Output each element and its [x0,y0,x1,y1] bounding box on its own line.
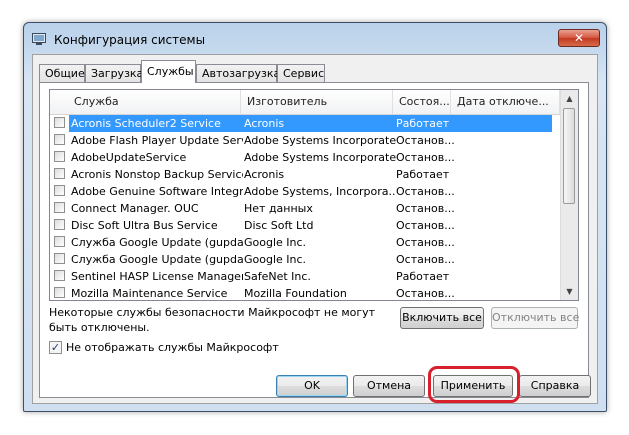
service-name: Disc Soft Ultra Bus Service [71,219,218,232]
service-disabled-date [454,149,552,166]
service-status: Работает [396,168,450,181]
column-header-disabled-date[interactable]: Дата отключе... [451,90,560,114]
service-checkbox[interactable] [54,151,65,162]
service-row[interactable]: Acronis Nonstop Backup Service Acronis Раб… [50,166,560,183]
service-vendor: Google Inc. [244,236,307,249]
service-name: AdobeUpdateService [71,151,187,164]
service-vendor: Google Inc. [244,253,307,266]
checkmark-icon[interactable]: ✓ [49,341,62,354]
service-vendor: Adobe Systems Incorporated [244,151,396,164]
service-vendor: Adobe Systems, Incorpora... [244,185,396,198]
service-checkbox[interactable] [54,287,65,298]
tab-boot[interactable]: Загрузка [85,64,143,82]
service-checkbox[interactable] [54,134,65,145]
service-disabled-date [454,285,552,300]
tab-tools[interactable]: Сервис [277,64,325,82]
vertical-scrollbar[interactable]: ▲ ▼ [560,90,578,300]
service-checkbox[interactable] [54,117,65,128]
service-disabled-date [454,268,552,285]
window-title: Конфигурация системы [54,33,206,47]
help-button[interactable]: Справка [519,375,591,397]
service-status: Останов... [396,185,454,198]
service-vendor: Нет данных [244,202,313,215]
service-vendor: Acronis [244,115,396,132]
service-status: Работает [396,115,454,132]
service-rows: Acronis Scheduler2 Service Acronis Работае… [50,115,560,300]
service-status: Работает [396,270,450,283]
service-row[interactable]: Adobe Flash Player Update ServiceAdobe S… [50,132,560,149]
service-row[interactable]: Disc Soft Ultra Bus Service Disc Soft Ltd… [50,217,560,234]
services-panel: Служба Изготовитель Состоя... Дата отклю… [39,82,589,398]
service-name: Adobe Genuine Software Integri... [71,185,243,198]
hide-ms-services-label[interactable]: Не отображать службы Майкрософт [66,341,279,354]
title-bar[interactable]: Конфигурация системы ✕ [24,23,606,53]
scroll-down-icon[interactable]: ▼ [561,283,578,300]
service-vendor: Disc Soft Ltd [244,219,314,232]
service-row[interactable]: Adobe Genuine Software Integri... Adobe S… [50,183,560,200]
service-row[interactable]: Служба Google Update (gupdate) Google Inc… [50,234,560,251]
service-name: Sentinel HASP License Manager [71,270,243,283]
service-status: Останов... [396,236,454,249]
service-checkbox[interactable] [54,253,65,264]
service-vendor: Acronis [244,168,285,181]
service-name: Служба Google Update (gupdate) [71,236,243,249]
service-vendor: Mozilla Foundation [244,287,347,300]
service-disabled-date [454,234,552,251]
tab-general[interactable]: Общие [39,64,85,82]
service-status: Останов... [396,253,454,266]
service-row[interactable]: Connect Manager. OUC Нет данных Останов... [50,200,560,217]
service-status: Останов... [396,202,454,215]
column-header-status[interactable]: Состоя... [393,90,451,114]
service-row[interactable]: AdobeUpdateService Adobe Systems Incorpor… [50,149,560,166]
service-status: Останов... [396,219,454,232]
scroll-thumb[interactable] [563,108,575,204]
column-header-vendor[interactable]: Изготовитель [241,90,393,114]
service-name: Mozilla Maintenance Service [71,287,228,300]
tab-startup[interactable]: Автозагрузка [196,64,280,82]
list-header: Служба Изготовитель Состоя... Дата отклю… [50,90,560,115]
service-disabled-date [454,251,552,268]
tab-services[interactable]: Службы [141,60,196,83]
service-checkbox[interactable] [54,236,65,247]
enable-all-button[interactable]: Включить все [400,307,484,329]
service-vendor: Adobe Systems Incorporated [244,134,396,147]
service-checkbox[interactable] [54,185,65,196]
column-header-service[interactable]: Служба [50,90,241,114]
service-row[interactable]: Acronis Scheduler2 Service Acronis Работае… [50,115,560,132]
service-disabled-date [454,115,552,132]
scroll-up-icon[interactable]: ▲ [561,90,578,107]
service-disabled-date [454,183,552,200]
system-configuration-window: Конфигурация системы ✕ Общие Загрузка Сл… [23,22,607,412]
dialog-client-area: Общие Загрузка Службы Автозагрузка Серви… [32,54,598,404]
close-button[interactable]: ✕ [558,29,600,47]
service-name: Connect Manager. OUC [71,202,199,215]
service-vendor: SafeNet Inc. [244,270,311,283]
service-disabled-date [454,200,552,217]
service-status: Останов... [396,287,454,300]
service-name: Acronis Scheduler2 Service [69,115,243,132]
security-note: Некоторые службы безопасности Майкрософт… [49,306,376,334]
service-name: Acronis Nonstop Backup Service [71,168,243,181]
service-name: Служба Google Update (gupdatem) [71,253,243,266]
disable-all-button[interactable]: Отключить все [491,307,579,329]
service-name: Adobe Flash Player Update Service [71,134,243,147]
service-checkbox[interactable] [54,270,65,281]
service-checkbox[interactable] [54,168,65,179]
cancel-button[interactable]: Отмена [353,375,425,397]
apply-highlight-frame [428,366,520,403]
msconfig-icon [32,33,46,45]
service-status: Останов... [396,134,454,147]
service-checkbox[interactable] [54,202,65,213]
service-disabled-date [454,217,552,234]
ok-button[interactable]: OK [276,375,348,397]
service-row[interactable]: Sentinel HASP License Manager SafeNet Inc… [50,268,560,285]
service-disabled-date [454,132,552,149]
service-checkbox[interactable] [54,219,65,230]
service-row[interactable]: Служба Google Update (gupdatem)Google In… [50,251,560,268]
service-status: Останов... [396,151,454,164]
service-row[interactable]: Mozilla Maintenance Service Mozilla Found… [50,285,560,300]
service-disabled-date [454,166,552,183]
services-list[interactable]: Служба Изготовитель Состоя... Дата отклю… [49,89,579,301]
